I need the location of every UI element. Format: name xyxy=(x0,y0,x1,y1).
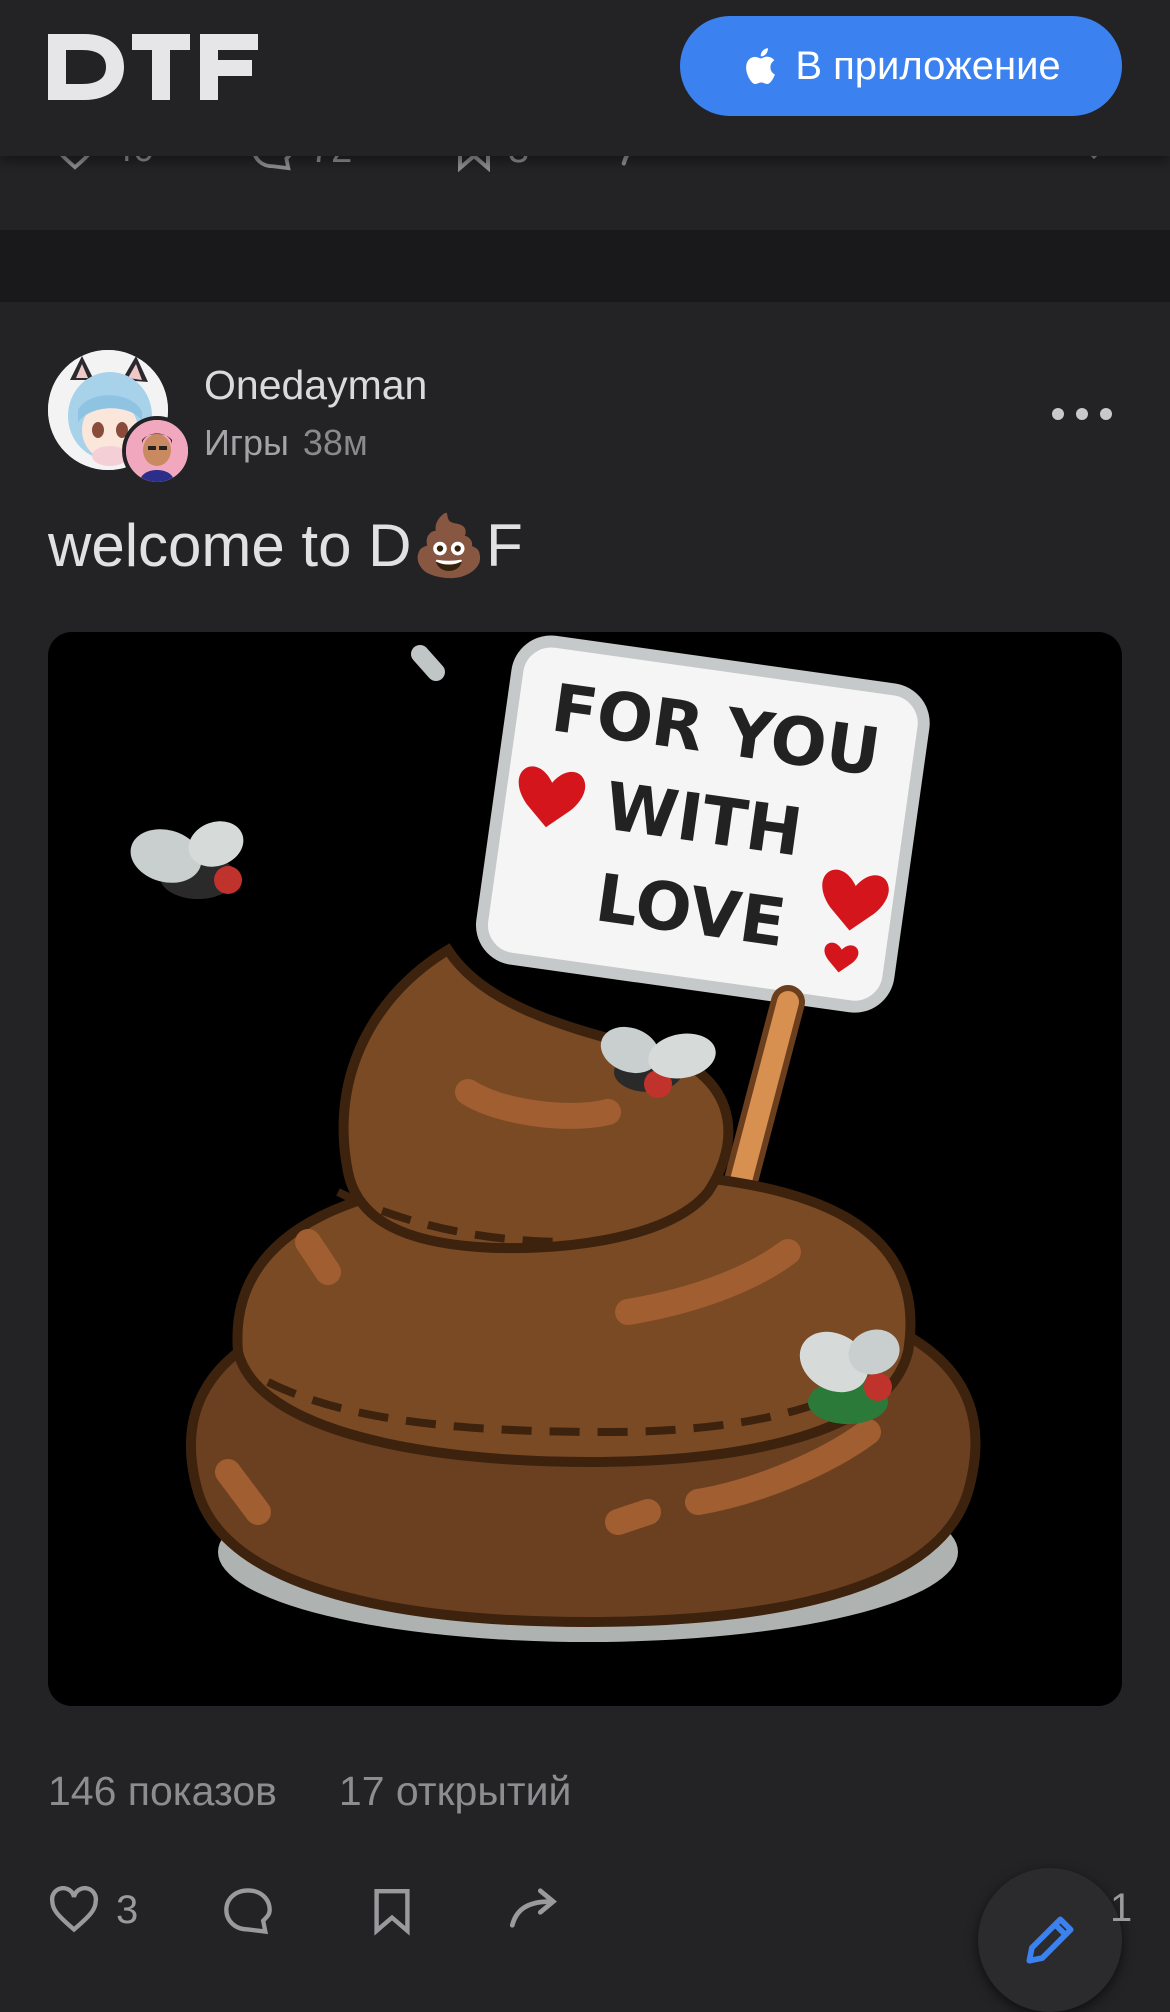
author-name[interactable]: Onedayman xyxy=(204,362,427,409)
feed-separator xyxy=(0,230,1170,302)
dot xyxy=(1100,408,1112,420)
community-avatar xyxy=(122,416,192,486)
post-time: 38м xyxy=(302,422,368,463)
bookmark-button[interactable] xyxy=(370,1886,414,1936)
more-options-button[interactable] xyxy=(1052,402,1112,426)
post-title[interactable]: welcome to D💩F xyxy=(48,510,523,581)
community-avatar-image xyxy=(126,420,188,482)
post-meta: Игры 38м xyxy=(204,422,368,464)
share-count: 1 xyxy=(1110,1886,1133,1930)
dot xyxy=(1076,408,1088,420)
dtf-logo[interactable] xyxy=(48,30,262,104)
post-image[interactable]: FOR YOU WITH LOVE xyxy=(48,632,1122,1706)
pencil-icon xyxy=(1026,1916,1074,1964)
post-category[interactable]: Игры xyxy=(204,422,289,463)
share-icon xyxy=(509,1888,557,1928)
like-count: 3 xyxy=(116,1887,139,1932)
top-header: В приложение xyxy=(0,0,1170,156)
write-post-button[interactable] xyxy=(978,1868,1122,2012)
bookmark-icon xyxy=(374,1889,410,1936)
post-stats: 146 показов 17 открытий xyxy=(48,1768,571,1815)
dot xyxy=(1052,408,1064,420)
poop-sticker-illustration: FOR YOU WITH LOVE xyxy=(48,632,1122,1706)
views-count: 146 показов xyxy=(48,1768,277,1814)
share-button[interactable] xyxy=(508,1886,564,1930)
comment-button[interactable] xyxy=(222,1886,274,1936)
open-in-app-button[interactable]: В приложение xyxy=(680,16,1122,116)
like-button[interactable]: 3 xyxy=(48,1886,138,1934)
author-avatar[interactable] xyxy=(48,350,192,486)
comment-icon xyxy=(224,1888,272,1935)
post-card: Onedayman Игры 38м welcome to D💩F FOR YOU xyxy=(0,302,1170,2012)
apple-icon xyxy=(746,48,776,85)
open-in-app-label: В приложение xyxy=(795,43,1061,88)
opens-count: 17 открытий xyxy=(338,1768,572,1814)
heart-icon xyxy=(49,1886,99,1933)
